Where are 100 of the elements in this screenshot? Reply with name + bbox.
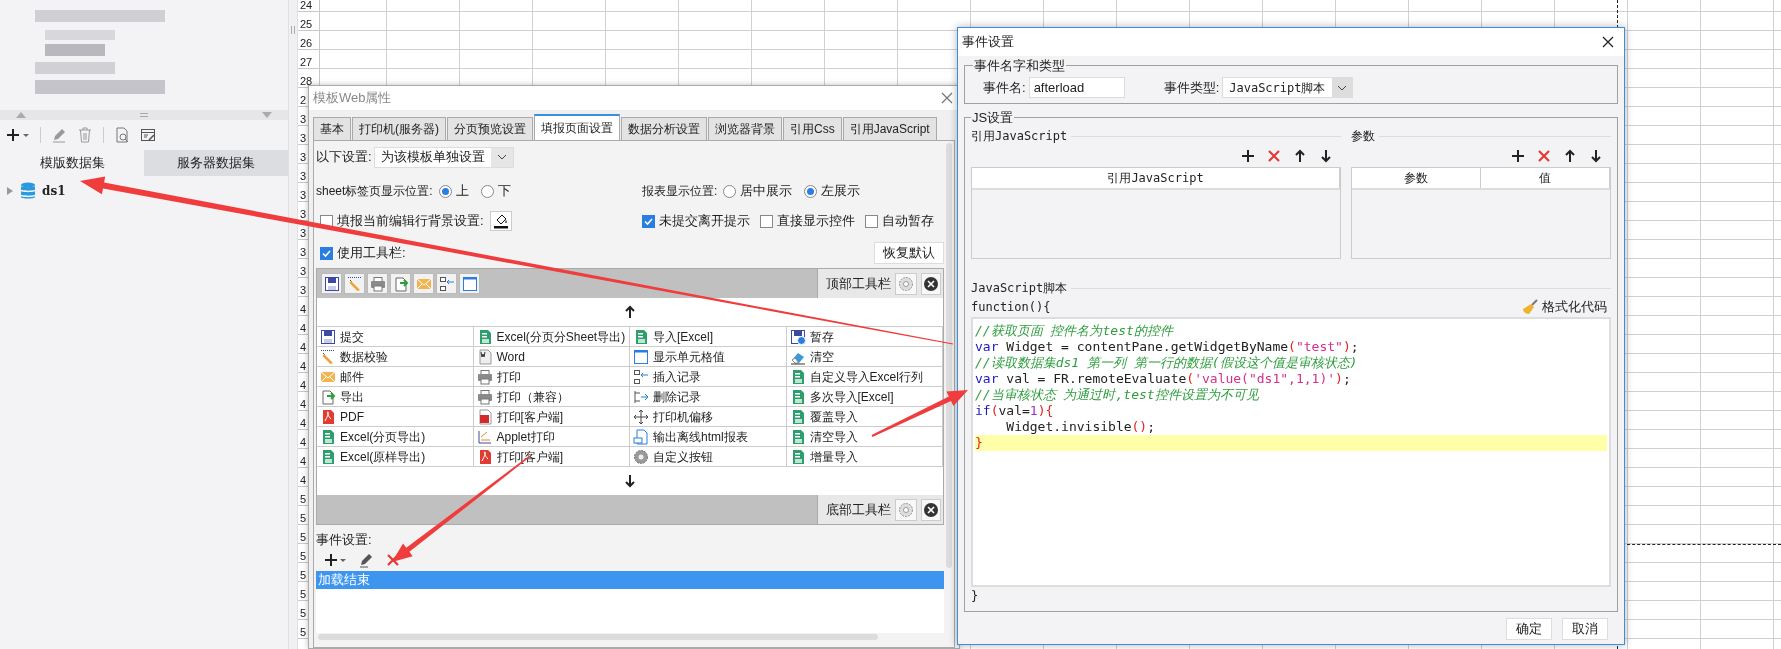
toolbar-option[interactable]: Applet打印 — [473, 427, 630, 447]
arrow-up-icon[interactable] — [623, 305, 637, 319]
tab[interactable]: 引用Css — [783, 117, 842, 140]
option-label: 自动暂存 — [882, 212, 934, 231]
pencil-icon[interactable] — [358, 552, 374, 568]
toolbar-option[interactable]: 自定义导入Excel行列 — [786, 367, 943, 387]
column-header[interactable]: 引用JavaScript — [972, 168, 1340, 188]
code-line: //读取数据集ds1 第一列 第一行的数据(假设这个值是审核状态) — [975, 355, 1359, 371]
toolbar-option[interactable]: 暂存 — [786, 327, 943, 347]
toolbar-label: 底部工具栏 — [826, 500, 891, 519]
tab[interactable]: 填报页面设置 — [534, 114, 620, 140]
checkbox[interactable] — [320, 246, 333, 260]
tab[interactable]: 浏览器背景 — [708, 117, 782, 140]
section-label: JavaScript脚本 — [971, 280, 1068, 297]
toolbar-option[interactable]: 插入记录 — [630, 367, 787, 387]
dialog-button[interactable]: 取消 — [1562, 618, 1608, 640]
toolbar-option[interactable]: Excel(分页分Sheet导出) — [473, 327, 630, 347]
toolbar-option[interactable]: 覆盖导入 — [786, 407, 943, 427]
dataset-name[interactable]: ds1 — [42, 182, 66, 200]
toolbar-option[interactable]: PDF — [317, 407, 474, 427]
delete-icon[interactable] — [1267, 149, 1281, 163]
add-icon[interactable] — [1241, 149, 1255, 163]
remove-button[interactable] — [921, 272, 941, 295]
field-label: sheet标签页显示位置: — [316, 183, 433, 200]
close-icon[interactable] — [1602, 36, 1614, 48]
color-picker-button[interactable] — [489, 211, 512, 231]
horizontal-scrollbar[interactable] — [318, 634, 878, 640]
code-line: if(val=1){ — [975, 403, 1055, 419]
toolbar-option[interactable]: 打印（兼容） — [473, 387, 630, 407]
toolbar-button[interactable] — [459, 273, 480, 294]
row-number: 3 — [300, 152, 307, 163]
delete-icon[interactable] — [386, 553, 400, 567]
column-header[interactable]: 值 — [1481, 168, 1610, 188]
toolbar-option[interactable]: 增量导入 — [786, 447, 943, 467]
trash-icon[interactable] — [77, 127, 93, 143]
toolbar-option[interactable]: 多次导入[Excel] — [786, 387, 943, 407]
toolbar-option[interactable]: Word — [473, 347, 630, 367]
radio-button[interactable] — [804, 184, 818, 198]
expand-caret-icon[interactable] — [6, 187, 14, 195]
event-name-field[interactable]: afterload — [1028, 77, 1125, 98]
format-code-button[interactable]: 格式化代码 — [1522, 297, 1611, 317]
field-label: 事件名: — [983, 78, 1026, 97]
toolbar-option[interactable]: 显示单元格值 — [630, 347, 787, 367]
toolbar-button[interactable] — [321, 273, 342, 294]
panel-tab[interactable]: 服务器数据集 — [144, 150, 288, 176]
grip-icon[interactable] — [140, 113, 148, 117]
move-up-icon[interactable] — [1293, 149, 1307, 163]
remove-button[interactable] — [921, 498, 941, 521]
toolbar-option[interactable]: 删除记录 — [630, 387, 787, 407]
radio-button[interactable] — [438, 184, 452, 198]
tab[interactable]: 数据分析设置 — [621, 117, 707, 140]
preview-icon[interactable] — [114, 127, 130, 143]
tab[interactable]: 引用JavaScript — [842, 117, 937, 140]
toolbar-option[interactable]: 输出离线html报表 — [630, 427, 787, 447]
toolbar-option[interactable]: 提交 — [317, 327, 474, 347]
checkbox[interactable] — [760, 214, 773, 228]
toolbar-button[interactable] — [436, 273, 457, 294]
splitter-grip-icon[interactable] — [291, 26, 295, 34]
event-type-select[interactable]: JavaScript脚本 — [1222, 77, 1353, 98]
row-number: 3 — [300, 190, 307, 201]
move-down-icon[interactable] — [1589, 149, 1603, 163]
row-number: 2 — [300, 95, 307, 106]
tab[interactable]: 基本 — [313, 117, 351, 140]
column-header[interactable]: 参数 — [1352, 168, 1481, 188]
tab[interactable]: 分页预览设置 — [447, 117, 533, 140]
code-editor[interactable] — [971, 317, 1611, 587]
toolbar-option[interactable]: 打印[客户端] — [473, 407, 630, 427]
toolbar-option[interactable]: 打印 — [473, 367, 630, 387]
checkbox[interactable] — [642, 214, 655, 228]
toolbar-option[interactable]: 导入[Excel] — [630, 327, 787, 347]
toolbar-option[interactable]: 导出 — [317, 387, 474, 407]
tab[interactable]: 打印机(服务器) — [352, 117, 446, 140]
add-dropdown-icon[interactable] — [6, 128, 30, 142]
restore-default-button[interactable]: 恢复默认 — [874, 242, 944, 264]
toolbar-option[interactable]: Excel(分页导出) — [317, 427, 474, 447]
move-up-icon[interactable] — [1563, 149, 1577, 163]
setting-select[interactable]: 为该模板单独设置 — [373, 146, 514, 168]
add-icon[interactable] — [1511, 149, 1525, 163]
toolbar-option[interactable]: 清空导入 — [786, 427, 943, 447]
checkbox[interactable] — [865, 214, 878, 228]
toolbar-option[interactable]: 自定义按钮 — [630, 447, 787, 467]
delete-icon[interactable] — [1537, 149, 1551, 163]
add-dropdown-icon[interactable] — [324, 553, 346, 567]
code-line: //获取页面 控件名为test的控件 — [975, 323, 1175, 339]
radio-button[interactable] — [723, 184, 737, 198]
dialog-button[interactable]: 确定 — [1506, 618, 1552, 640]
toolbar-option[interactable]: Excel(原样导出) — [317, 447, 474, 467]
field-label: 报表显示位置: — [642, 183, 718, 200]
radio-button[interactable] — [480, 184, 494, 198]
toolbar-option[interactable]: 数据校验 — [317, 347, 474, 367]
edit-document-icon[interactable] — [140, 127, 156, 143]
code-line: //当审核状态 为通过时,test控件设置为不可见 — [975, 387, 1260, 403]
toolbar-button[interactable] — [367, 273, 388, 294]
arrow-down-icon[interactable] — [623, 474, 637, 488]
toolbar-option[interactable]: 邮件 — [317, 367, 474, 387]
toolbar-option[interactable]: 打印机偏移 — [630, 407, 787, 427]
toolbar-option[interactable]: 清空 — [786, 347, 943, 367]
toolbar-button[interactable] — [390, 273, 411, 294]
vertical-scrollbar[interactable] — [946, 143, 952, 568]
move-down-icon[interactable] — [1319, 149, 1333, 163]
